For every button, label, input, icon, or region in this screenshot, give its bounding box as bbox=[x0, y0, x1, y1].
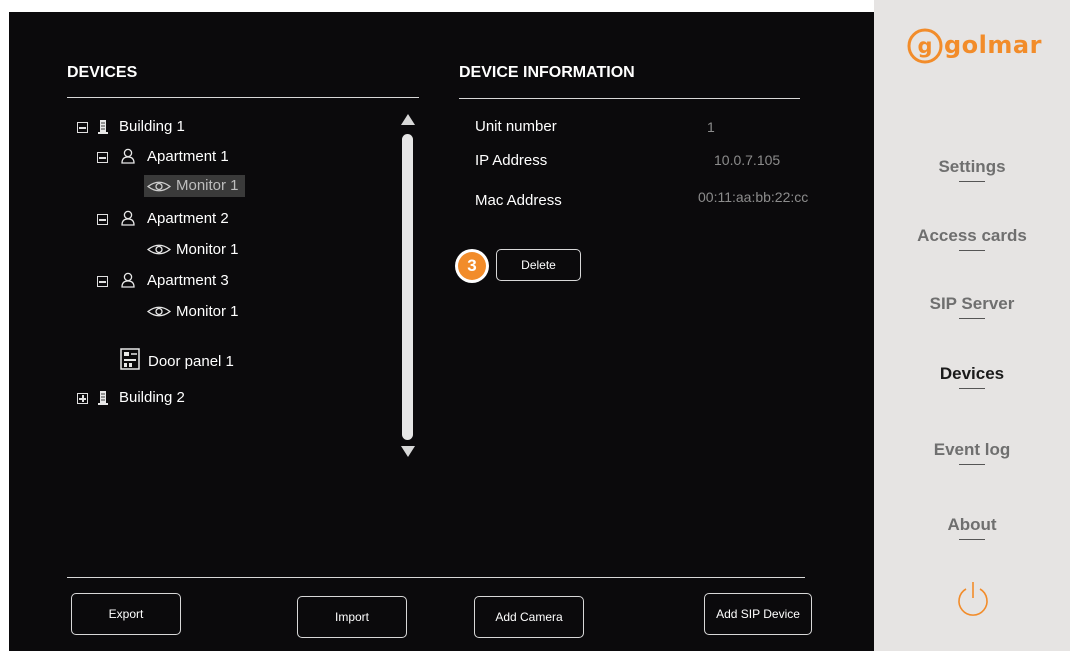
nav-access-cards[interactable]: Access cards bbox=[874, 226, 1070, 251]
user-icon bbox=[121, 272, 135, 288]
step-badge: 3 bbox=[455, 249, 489, 283]
eye-icon bbox=[147, 181, 171, 192]
eye-icon bbox=[147, 306, 171, 317]
nav-sip-server[interactable]: SIP Server bbox=[874, 294, 1070, 319]
eye-icon bbox=[147, 244, 171, 255]
add-camera-button[interactable]: Add Camera bbox=[474, 596, 584, 638]
collapse-icon[interactable] bbox=[97, 214, 108, 225]
nav-access-cards-label: Access cards bbox=[917, 226, 1027, 245]
add-sip-device-button[interactable]: Add SIP Device bbox=[704, 593, 812, 635]
tree-label-monitor-apartment-3: Monitor 1 bbox=[176, 303, 239, 320]
ip-address-label: IP Address bbox=[475, 152, 548, 169]
unit-number-value: 1 bbox=[707, 119, 715, 135]
golmar-logo-text: golmar bbox=[944, 31, 1042, 59]
tree-label-apartment-2: Apartment 2 bbox=[147, 210, 229, 227]
tree-label-door-panel-1: Door panel 1 bbox=[148, 353, 234, 370]
nav-underline bbox=[959, 539, 985, 540]
nav-devices[interactable]: Devices bbox=[874, 364, 1070, 389]
step-badge-number: 3 bbox=[458, 252, 486, 280]
collapse-icon[interactable] bbox=[97, 152, 108, 163]
device-info-title-divider bbox=[459, 98, 800, 99]
nav-event-log[interactable]: Event log bbox=[874, 440, 1070, 465]
footer-divider bbox=[67, 577, 805, 578]
collapse-icon[interactable] bbox=[77, 122, 88, 133]
devices-title-divider bbox=[67, 97, 419, 98]
nav-settings-label: Settings bbox=[938, 157, 1006, 176]
scrollbar-thumb[interactable] bbox=[402, 134, 413, 440]
nav-underline bbox=[959, 388, 985, 389]
tree-label-building-1: Building 1 bbox=[119, 118, 185, 135]
export-button[interactable]: Export bbox=[71, 593, 181, 635]
golmar-logo: g golmar bbox=[907, 28, 1041, 68]
building-icon bbox=[98, 391, 108, 405]
nav-about-label: About bbox=[947, 515, 997, 534]
unit-number-label: Unit number bbox=[475, 118, 557, 135]
user-icon bbox=[121, 210, 135, 226]
delete-button[interactable]: Delete bbox=[496, 249, 581, 281]
expand-icon[interactable] bbox=[77, 393, 88, 404]
collapse-icon[interactable] bbox=[97, 276, 108, 287]
golmar-logo-mark: g bbox=[907, 28, 943, 64]
nav-underline bbox=[959, 181, 985, 182]
tree-label-monitor-1: Monitor 1 bbox=[176, 177, 239, 194]
mac-address-label: Mac Address bbox=[475, 192, 562, 209]
scroll-down-icon[interactable] bbox=[400, 444, 416, 458]
ip-address-value: 10.0.7.105 bbox=[714, 152, 781, 168]
door-panel-icon bbox=[120, 348, 140, 370]
building-icon bbox=[98, 120, 108, 134]
tree-label-apartment-3: Apartment 3 bbox=[147, 272, 229, 289]
scroll-up-icon[interactable] bbox=[400, 113, 416, 127]
sidebar bbox=[874, 0, 1070, 651]
tree-label-building-2: Building 2 bbox=[119, 389, 185, 406]
nav-underline bbox=[959, 250, 985, 251]
tree-label-apartment-1: Apartment 1 bbox=[147, 148, 229, 165]
nav-event-log-label: Event log bbox=[933, 440, 1011, 459]
mac-address-value: 00:11:aa:bb:22:cc bbox=[698, 189, 809, 205]
device-info-title: DEVICE INFORMATION bbox=[459, 64, 635, 81]
user-icon bbox=[121, 148, 135, 164]
svg-text:g: g bbox=[917, 34, 932, 58]
tree-label-monitor-apartment-2: Monitor 1 bbox=[176, 241, 239, 258]
nav-about[interactable]: About bbox=[874, 515, 1070, 540]
devices-title: DEVICES bbox=[67, 64, 138, 81]
tree-scrollbar[interactable] bbox=[397, 113, 419, 459]
nav-settings[interactable]: Settings bbox=[874, 157, 1070, 182]
import-button[interactable]: Import bbox=[297, 596, 407, 638]
nav-underline bbox=[959, 318, 985, 319]
nav-devices-label: Devices bbox=[939, 364, 1005, 383]
power-icon[interactable] bbox=[955, 580, 991, 618]
nav-underline bbox=[959, 464, 985, 465]
tree-node-monitor-1-selected[interactable]: Monitor 1 bbox=[144, 175, 245, 197]
nav-sip-server-label: SIP Server bbox=[929, 294, 1015, 313]
